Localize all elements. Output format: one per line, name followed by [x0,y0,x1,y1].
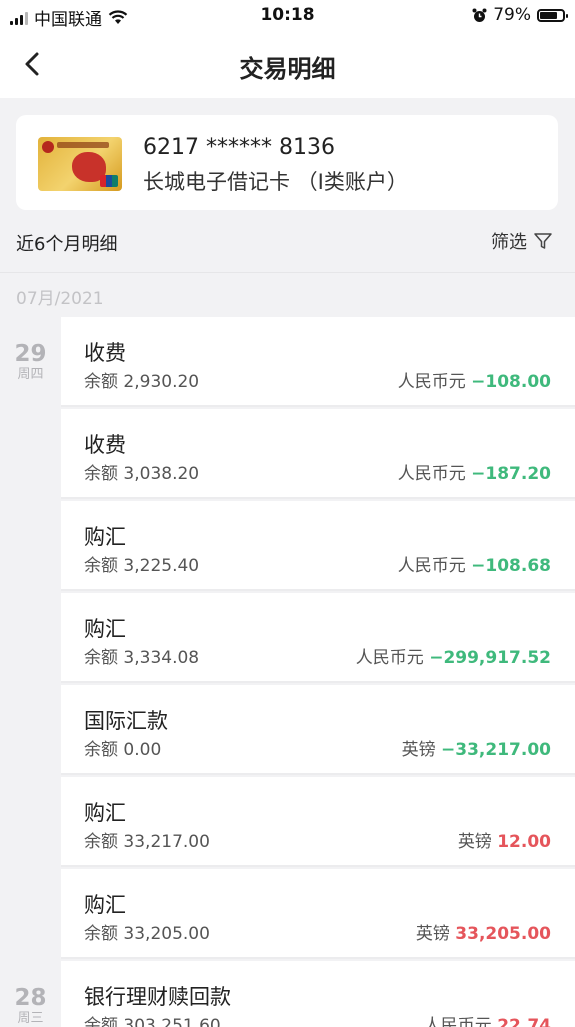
date-group-28: 28 周三 [0,985,61,1027]
transaction-title: 购汇 [84,525,126,549]
transaction-value: −108.68 [471,556,551,576]
transaction-value: −108.00 [471,372,551,392]
battery-percent: 79% [493,5,531,25]
transaction-currency: 英镑 [401,740,436,760]
bank-card-image [38,137,122,191]
transaction-balance: 余额 3,225.40 [84,556,200,576]
card-info[interactable]: 6217 ****** 8136 长城电子借记卡 （I类账户） [16,115,558,210]
transaction-value: 12.00 [497,832,551,852]
transaction-title: 国际汇款 [84,709,168,733]
transaction-value: 22.74 [497,1016,551,1027]
month-label: 07月/2021 [16,289,104,309]
transaction-balance: 余额 2,930.20 [84,372,200,392]
transaction-value: 33,205.00 [455,924,551,944]
transaction-currency: 英镑 [457,832,492,852]
transaction-title: 购汇 [84,893,126,917]
transaction-balance: 余额 303,251.60 [84,1016,221,1027]
transaction-title: 收费 [84,341,126,365]
transaction-amount: 人民币元 −299,917.52 [356,643,551,668]
filter-label: 筛选 [491,232,527,253]
transaction-amount: 人民币元 −108.00 [398,367,551,392]
date-group-29: 29 周四 [0,341,61,383]
transaction-row[interactable]: 购汇余额 33,217.00 英镑 12.00 [61,777,575,867]
transaction-row[interactable]: 银行理财赎回款余额 303,251.60 人民币元 22.74 [61,961,575,1027]
day-number: 28 [14,985,47,1011]
status-right: 79% [472,5,568,25]
filter-icon [534,233,552,249]
day-number: 29 [14,341,47,367]
transaction-currency: 英镑 [415,924,450,944]
transaction-row[interactable]: 国际汇款余额 0.00 英镑 −33,217.00 [61,685,575,775]
filter-row: 近6个月明细 筛选 [0,216,575,268]
weekday-label: 周四 [17,367,44,382]
transaction-row[interactable]: 购汇余额 3,225.40 人民币元 −108.68 [61,501,575,591]
transaction-value: −299,917.52 [429,648,551,668]
transaction-row[interactable]: 收费余额 2,930.20 人民币元 −108.00 [61,317,575,407]
bank-logo-icon [42,141,54,153]
transaction-value: −33,217.00 [441,740,551,760]
transaction-list[interactable]: 29 周四 28 周三 收费 余额 2,930.20 人民币元 −108.00 收费余… [0,317,575,1027]
transaction-currency: 人民币元 [397,464,466,484]
filter-button[interactable]: 筛选 [491,228,553,254]
transaction-balance: 余额 3,334.08 [84,648,200,668]
transaction-row[interactable]: 收费余额 3,038.20 人民币元 −187.20 [61,409,575,499]
transaction-balance: 余额 0.00 [84,740,162,760]
alarm-icon [472,8,487,22]
transaction-currency: 人民币元 [397,556,466,576]
transaction-amount: 人民币元 −108.68 [398,551,551,576]
transaction-title: 购汇 [84,617,126,641]
weekday-label: 周三 [17,1011,44,1026]
battery-fill [540,11,557,19]
battery-icon [537,8,568,22]
transaction-title: 购汇 [84,801,126,825]
transaction-row[interactable]: 购汇余额 3,334.08 人民币元 −299,917.52 [61,593,575,683]
nav-bar: 交易明细 [0,32,575,98]
card-number: 6217 ****** 8136 [143,135,335,160]
unionpay-logo-icon [100,175,118,187]
page-title: 交易明细 [239,55,336,83]
transaction-balance: 余额 33,205.00 [84,924,210,944]
transaction-amount: 英镑 33,205.00 [416,919,551,944]
transaction-balance: 余额 3,038.20 [84,464,200,484]
transaction-amount: 人民币元 −187.20 [398,459,551,484]
transaction-title: 收费 [84,433,126,457]
status-bar: 中国联通 10:18 79% [0,0,575,32]
transaction-value: −187.20 [471,464,551,484]
month-header: 07月/2021 [0,272,575,317]
transaction-row[interactable]: 购汇余额 33,205.00 英镑 33,205.00 [61,869,575,959]
transaction-currency: 人民币元 [423,1016,492,1027]
card-name: 长城电子借记卡 （I类账户） [143,170,408,194]
transaction-amount: 英镑 −33,217.00 [402,735,551,760]
transaction-currency: 人民币元 [397,372,466,392]
range-label: 近6个月明细 [16,234,118,255]
transaction-title: 银行理财赎回款 [84,985,231,1009]
transaction-balance: 余额 33,217.00 [84,832,210,852]
transaction-amount: 人民币元 22.74 [424,1011,551,1027]
transaction-currency: 人民币元 [355,648,424,668]
transaction-amount: 英镑 12.00 [458,827,551,852]
